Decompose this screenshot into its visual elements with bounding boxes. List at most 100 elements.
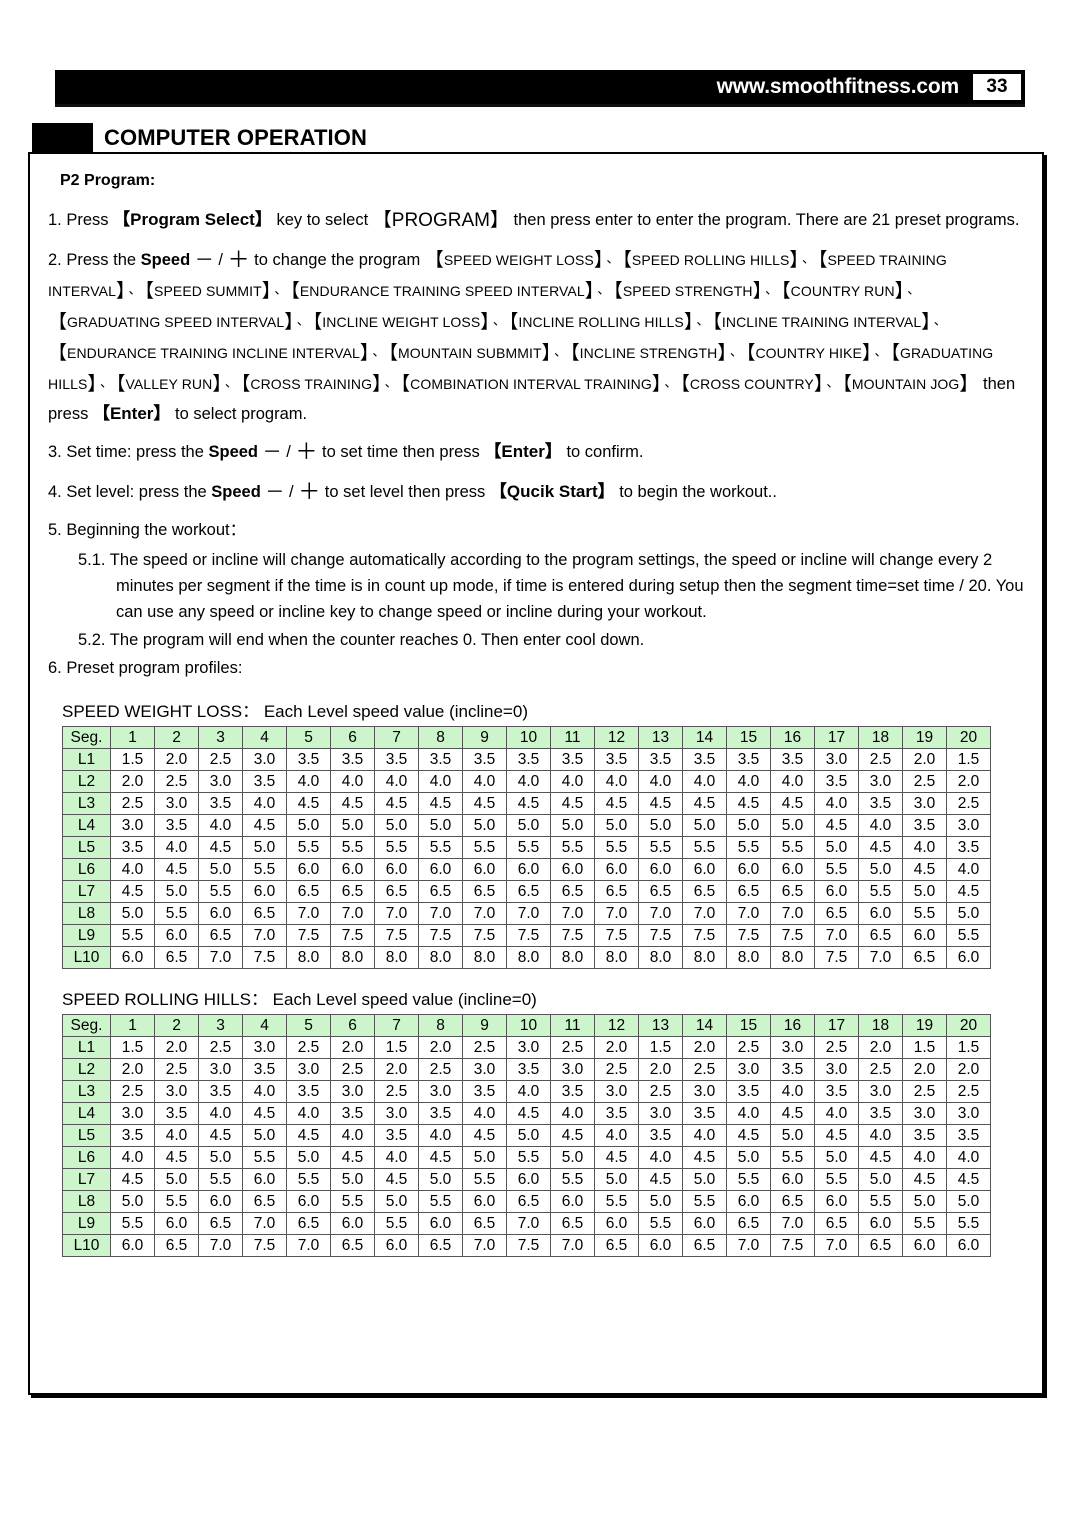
speed-cell: 3.0 [902,1102,947,1125]
list-separator: 、 [296,313,310,328]
speed-cell: 5.0 [638,1190,683,1213]
speed-cell: 4.0 [374,770,419,793]
segment-header: 15 [726,1014,771,1037]
speed-cell: 4.5 [110,1168,155,1191]
table-row: L10 6.0 6.5 7.0 7.5 7.0 6.5 6.0 6.5 7.0 7.5 7.0 6.5 6… [62,1234,991,1257]
speed-cell: 7.0 [330,902,375,925]
speed-cell: 2.5 [726,1036,771,1059]
speed-cell: 8.0 [506,946,551,969]
speed-cell: 6.5 [286,880,331,903]
speed-cell: 5.5 [594,836,639,859]
program-name: COUNTRY RUN [790,283,895,299]
instruction-step-1: 1. Press 【Program Select】 key to select … [48,204,1024,236]
speed-cell: 5.5 [418,1190,463,1213]
table-row: L2 2.0 2.5 3.0 3.5 4.0 4.0 4.0 4.0 4.0 4.0 4.0 4.0 4.… [62,770,991,793]
speed-cell: 6.0 [286,858,331,881]
speed-cell: 4.0 [110,1146,155,1169]
step4-slash: / [289,483,294,501]
speed-cell: 5.5 [858,880,903,903]
speed-cell: 3.0 [330,1080,375,1103]
speed-cell: 2.0 [330,1036,375,1059]
speed-cell: 4.0 [682,770,727,793]
speed-cell: 7.5 [770,924,815,947]
speed-cell: 7.0 [374,902,419,925]
speed-cell: 3.5 [858,792,903,815]
speed-cell: 3.5 [550,1080,595,1103]
speed-cell: 5.0 [770,1124,815,1147]
speed-cell: 2.0 [110,1058,155,1081]
list-separator: 、 [765,282,779,297]
speed-cell: 3.5 [726,1080,771,1103]
list-separator: 、 [664,375,678,390]
speed-cell: 6.5 [242,1190,287,1213]
list-separator: 、 [384,375,398,390]
speed-cell: 4.0 [154,836,199,859]
instruction-step-4: 4. Set level: press the Speed － / ＋ to s… [48,477,1024,507]
segment-header: 17 [814,726,859,749]
segment-header: 1 [110,1014,155,1037]
speed-cell: 7.5 [594,924,639,947]
segment-header: 14 [682,726,727,749]
speed-cell: 3.0 [682,1080,727,1103]
plus-icon: ＋ [227,247,250,272]
list-separator: 、 [372,344,386,359]
step3-slash: / [286,443,291,461]
speed-cell: 5.0 [638,814,683,837]
speed-cell: 8.0 [462,946,507,969]
bracket-close: 】 [959,374,979,395]
speed-cell: 5.5 [110,924,155,947]
speed-cell: 2.5 [154,770,199,793]
speed-cell: 7.0 [770,902,815,925]
speed-cell: 4.5 [286,792,331,815]
speed-cell: 6.5 [682,880,727,903]
bracket-open: 【 [424,250,444,271]
speed-cell: 2.5 [682,1058,727,1081]
program-name: SPEED WEIGHT LOSS [443,252,594,268]
speed-cell: 8.0 [286,946,331,969]
list-separator: 、 [606,251,620,266]
speed-cell: 3.5 [242,770,287,793]
speed-cell: 5.5 [374,1212,419,1235]
step2-suffix-post: to select program. [175,405,308,423]
speed-cell: 3.5 [638,1124,683,1147]
speed-cell: 3.5 [330,1102,375,1125]
speed-cell: 4.5 [814,814,859,837]
speed-cell: 3.0 [242,748,287,771]
speed-cell: 8.0 [638,946,683,969]
table-row: L7 4.5 5.0 5.5 6.0 5.5 5.0 4.5 5.0 5.5 6.0 5.5 5.0 4.… [62,1168,991,1191]
speed-cell: 5.0 [550,814,595,837]
speed-cell: 3.0 [550,1058,595,1081]
list-separator: 、 [554,344,568,359]
speed-cell: 2.0 [594,1036,639,1059]
minus-icon: － [194,250,214,271]
speed-cell: 3.0 [726,1058,771,1081]
speed-cell: 4.0 [902,836,947,859]
segment-header: 11 [550,726,595,749]
speed-cell: 6.0 [814,1190,859,1213]
speed-cell: 4.5 [198,1124,243,1147]
speed-cell: 6.0 [506,858,551,881]
speed-cell: 5.0 [154,880,199,903]
speed-cell: 7.5 [550,924,595,947]
list-separator: 、 [128,282,142,297]
corner-header: Seg. [62,726,111,749]
speed-cell: 7.0 [242,924,287,947]
speed-cell: 2.5 [110,1080,155,1103]
speed-cell: 6.0 [198,1190,243,1213]
level-header: L3 [62,792,111,815]
level-header: L4 [62,1102,111,1125]
level-header: L9 [62,924,111,947]
list-separator: 、 [99,375,113,390]
speed-cell: 3.5 [594,1102,639,1125]
level-header: L5 [62,836,111,859]
speed-cell: 2.0 [154,748,199,771]
speed-cell: 6.0 [946,1234,991,1257]
step3-prefix: 3. Set time: press the [48,443,204,461]
speed-cell: 4.0 [814,1102,859,1125]
bracket-open: 【 [680,374,690,395]
bracket-open: 【 [312,312,323,333]
speed-cell: 6.0 [814,880,859,903]
level-header: L2 [62,1058,111,1081]
speed-cell: 5.0 [858,858,903,881]
speed-cell: 4.5 [638,1168,683,1191]
